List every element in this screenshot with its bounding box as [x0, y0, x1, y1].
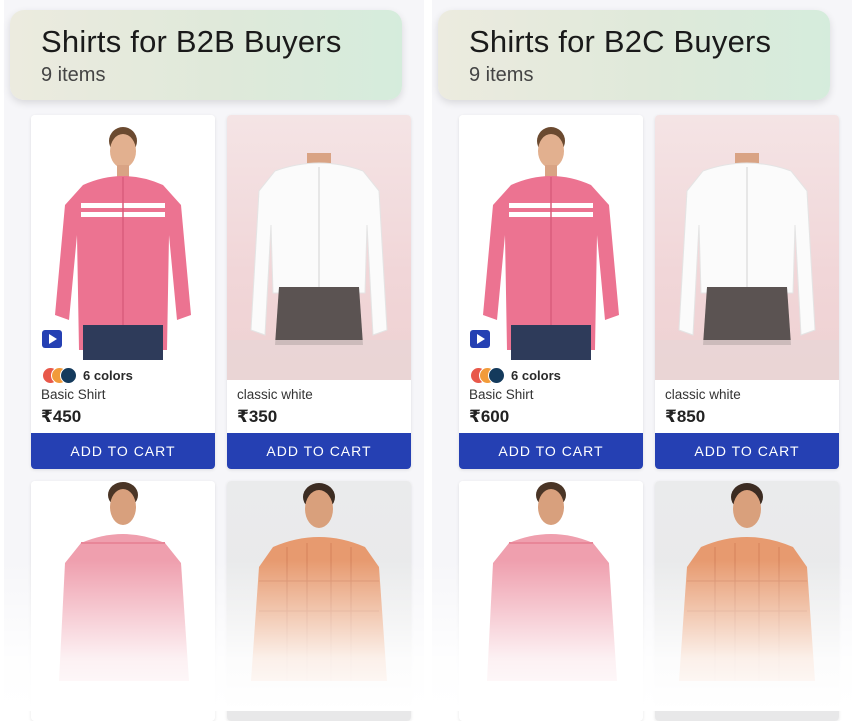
- swatch-navy: [488, 367, 505, 384]
- add-to-cart-button[interactable]: ADD TO CART: [655, 433, 839, 469]
- product-price: ₹600: [469, 407, 510, 426]
- product-image[interactable]: [227, 481, 411, 721]
- color-swatches: [42, 367, 77, 384]
- list-title: Shirts for B2B Buyers: [41, 24, 342, 59]
- product-list-b2b: Shirts for B2B Buyers 9 items 6 colors B…: [4, 0, 424, 721]
- play-video-icon[interactable]: [42, 330, 62, 348]
- product-image[interactable]: [227, 115, 411, 380]
- product-card[interactable]: [459, 481, 643, 721]
- add-to-cart-button[interactable]: ADD TO CART: [31, 433, 215, 469]
- product-price: ₹350: [237, 407, 278, 426]
- list-header: Shirts for B2C Buyers 9 items: [438, 10, 830, 100]
- item-count: 9 items: [41, 64, 106, 86]
- orange-check-shirt-photo: [679, 483, 815, 681]
- color-swatches: [470, 367, 505, 384]
- product-list-b2c: Shirts for B2C Buyers 9 items 6 colors B…: [432, 0, 852, 721]
- white-shirt-photo: [227, 153, 411, 380]
- product-image[interactable]: [655, 115, 839, 380]
- product-card[interactable]: [227, 481, 411, 721]
- product-card[interactable]: [655, 481, 839, 721]
- list-header: Shirts for B2B Buyers 9 items: [10, 10, 402, 100]
- product-image[interactable]: [31, 115, 215, 360]
- pink-check-shirt-photo: [487, 482, 617, 681]
- add-to-cart-button[interactable]: ADD TO CART: [227, 433, 411, 469]
- list-title: Shirts for B2C Buyers: [469, 24, 772, 59]
- color-count: 6 colors: [511, 368, 561, 383]
- product-image[interactable]: [459, 115, 643, 360]
- product-name[interactable]: classic white: [665, 387, 741, 402]
- product-image[interactable]: [655, 481, 839, 721]
- product-card[interactable]: [31, 481, 215, 721]
- product-name[interactable]: Basic Shirt: [469, 387, 534, 402]
- product-price: ₹450: [41, 407, 82, 426]
- product-card[interactable]: classic white ₹350 ADD TO CART: [227, 115, 411, 469]
- product-name[interactable]: Basic Shirt: [41, 387, 106, 402]
- product-image[interactable]: [31, 481, 215, 721]
- product-image[interactable]: [459, 481, 643, 721]
- orange-check-shirt-photo: [251, 483, 387, 681]
- pink-shirt-photo: [483, 127, 619, 360]
- white-shirt-photo: [655, 153, 839, 380]
- swatch-navy: [60, 367, 77, 384]
- product-name[interactable]: classic white: [237, 387, 313, 402]
- product-price: ₹850: [665, 407, 706, 426]
- pink-check-shirt-photo: [59, 482, 189, 681]
- pink-shirt-photo: [55, 127, 191, 360]
- color-count: 6 colors: [83, 368, 133, 383]
- product-card[interactable]: classic white ₹850 ADD TO CART: [655, 115, 839, 469]
- product-card[interactable]: 6 colors Basic Shirt ₹600 ADD TO CART: [459, 115, 643, 469]
- item-count: 9 items: [469, 64, 534, 86]
- play-video-icon[interactable]: [470, 330, 490, 348]
- product-card[interactable]: 6 colors Basic Shirt ₹450 ADD TO CART: [31, 115, 215, 469]
- add-to-cart-button[interactable]: ADD TO CART: [459, 433, 643, 469]
